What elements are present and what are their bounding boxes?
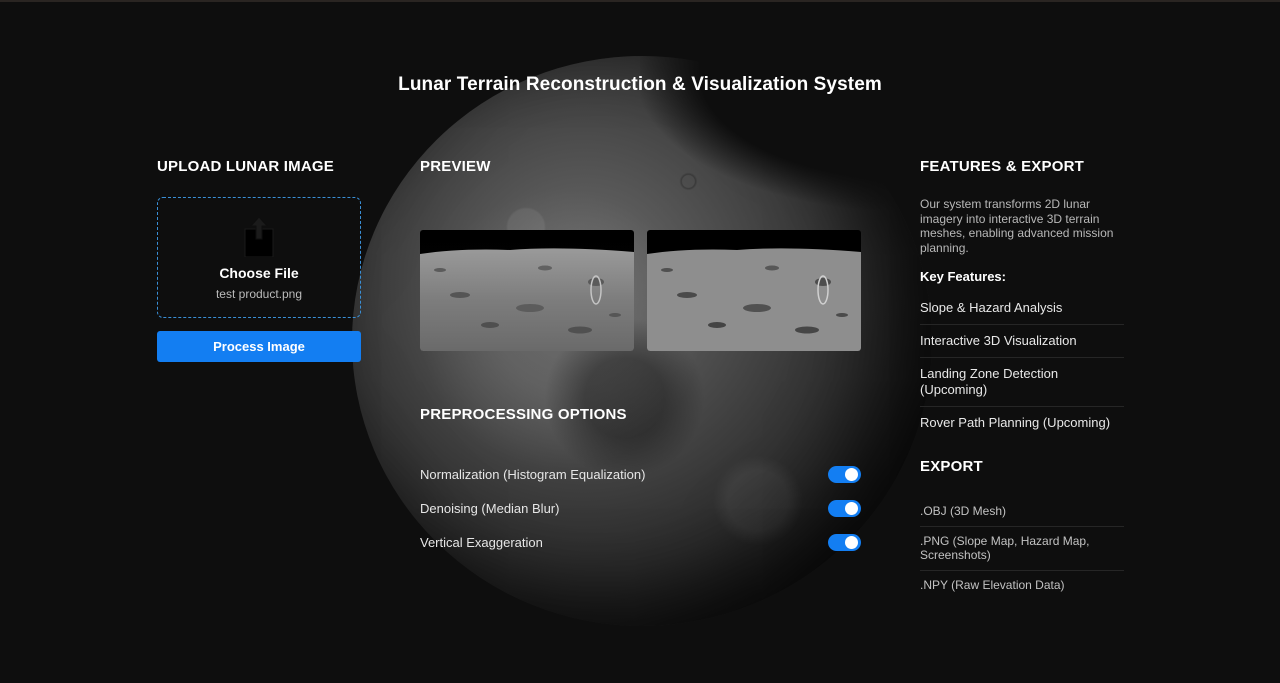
toggle-knob	[845, 468, 858, 481]
file-dropzone[interactable]: Choose File test product.png	[157, 197, 361, 318]
option-denoising: Denoising (Median Blur)	[420, 499, 861, 519]
key-features-label: Key Features:	[920, 269, 1006, 284]
process-image-button[interactable]: Process Image	[157, 331, 361, 362]
export-item-png[interactable]: .PNG (Slope Map, Hazard Map, Screenshots…	[920, 527, 1124, 571]
preprocessing-heading: PREPROCESSING OPTIONS	[420, 406, 627, 423]
option-label: Vertical Exaggeration	[420, 535, 543, 550]
selected-file-name: test product.png	[215, 287, 303, 301]
feature-item: Slope & Hazard Analysis	[920, 292, 1124, 325]
export-list: .OBJ (3D Mesh) .PNG (Slope Map, Hazard M…	[920, 497, 1124, 599]
option-vertical-exaggeration: Vertical Exaggeration	[420, 533, 861, 553]
option-label: Denoising (Median Blur)	[420, 501, 560, 516]
preview-heading: PREVIEW	[420, 158, 491, 175]
feature-item: Rover Path Planning (Upcoming)	[920, 415, 1111, 430]
page-title: Lunar Terrain Reconstruction & Visualiza…	[398, 74, 882, 95]
moon-shadow	[640, 40, 980, 210]
feature-item: Interactive 3D Visualization	[920, 325, 1124, 358]
option-normalization: Normalization (Histogram Equalization)	[420, 465, 861, 485]
upload-heading: UPLOAD LUNAR IMAGE	[157, 158, 334, 175]
features-heading: FEATURES & EXPORT	[920, 158, 1084, 175]
normalization-toggle[interactable]	[828, 466, 861, 483]
choose-file-label[interactable]: Choose File	[158, 265, 360, 281]
export-item-obj[interactable]: .OBJ (3D Mesh)	[920, 497, 1124, 527]
option-label: Normalization (Histogram Equalization)	[420, 467, 646, 482]
toggle-knob	[845, 502, 858, 515]
vertical-exaggeration-toggle[interactable]	[828, 534, 861, 551]
window-top-border	[0, 0, 1280, 2]
original-preview-image	[420, 230, 634, 351]
processed-preview-image	[647, 230, 861, 351]
upload-icon	[244, 216, 274, 258]
denoising-toggle[interactable]	[828, 500, 861, 517]
export-item-npy[interactable]: .NPY (Raw Elevation Data)	[920, 571, 1124, 600]
feature-item: Landing Zone Detection (Upcoming)	[920, 358, 1124, 407]
features-list: Slope & Hazard Analysis Interactive 3D V…	[920, 292, 1124, 439]
features-description: Our system transforms 2D lunar imagery i…	[920, 197, 1114, 255]
export-heading: EXPORT	[920, 458, 983, 475]
toggle-knob	[845, 536, 858, 549]
